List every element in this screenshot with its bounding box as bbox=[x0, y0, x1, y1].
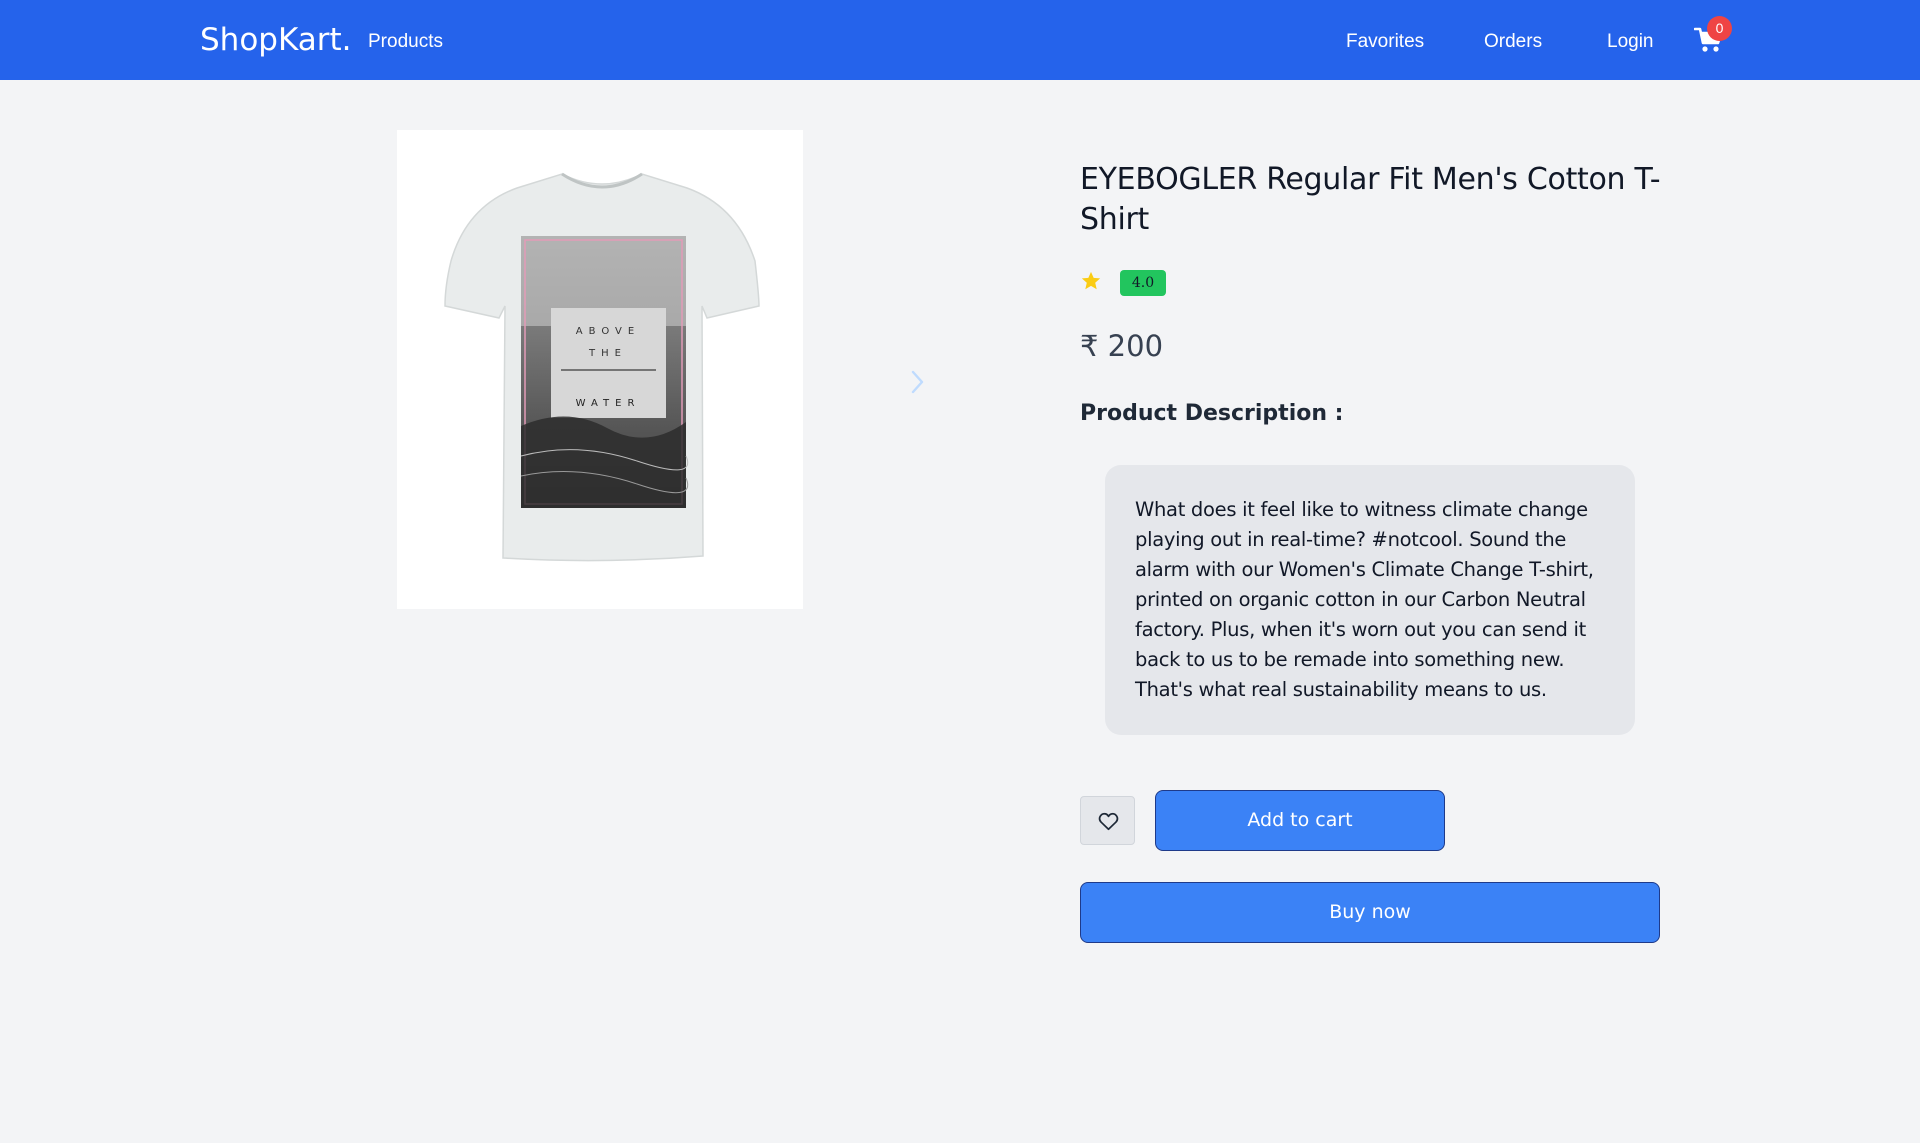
nav-orders-link[interactable]: Orders bbox=[1484, 30, 1542, 54]
product-title: EYEBOGLER Regular Fit Men's Cotton T-Shi… bbox=[1080, 162, 1661, 237]
brand-logo[interactable]: ShopKart. bbox=[200, 22, 352, 58]
cart-count-badge: 0 bbox=[1707, 16, 1732, 41]
buy-now-button[interactable]: Buy now bbox=[1080, 882, 1660, 943]
rating-badge: 4.0 bbox=[1120, 270, 1166, 296]
star-icon bbox=[1080, 270, 1102, 292]
top-navbar: ShopKart. Products Favorites Orders Logi… bbox=[0, 0, 1920, 80]
nav-products-link[interactable]: Products bbox=[368, 30, 443, 54]
description-heading: Product Description : bbox=[1080, 401, 1344, 426]
product-tshirt-image: ABOVE THE WATER bbox=[444, 172, 760, 562]
svg-text:THE: THE bbox=[588, 348, 627, 359]
heart-icon bbox=[1098, 812, 1119, 831]
product-image-card: ABOVE THE WATER bbox=[397, 130, 803, 609]
svg-text:ABOVE: ABOVE bbox=[576, 326, 640, 337]
nav-login-link[interactable]: Login bbox=[1607, 30, 1654, 54]
svg-text:WATER: WATER bbox=[576, 398, 641, 409]
favorite-button[interactable] bbox=[1080, 796, 1135, 845]
product-price: ₹ 200 bbox=[1080, 329, 1164, 363]
description-box: What does it feel like to witness climat… bbox=[1105, 465, 1635, 735]
add-to-cart-button[interactable]: Add to cart bbox=[1155, 790, 1445, 851]
description-text: What does it feel like to witness climat… bbox=[1135, 498, 1594, 701]
nav-favorites-link[interactable]: Favorites bbox=[1346, 30, 1424, 54]
chevron-right-icon[interactable] bbox=[907, 368, 927, 396]
